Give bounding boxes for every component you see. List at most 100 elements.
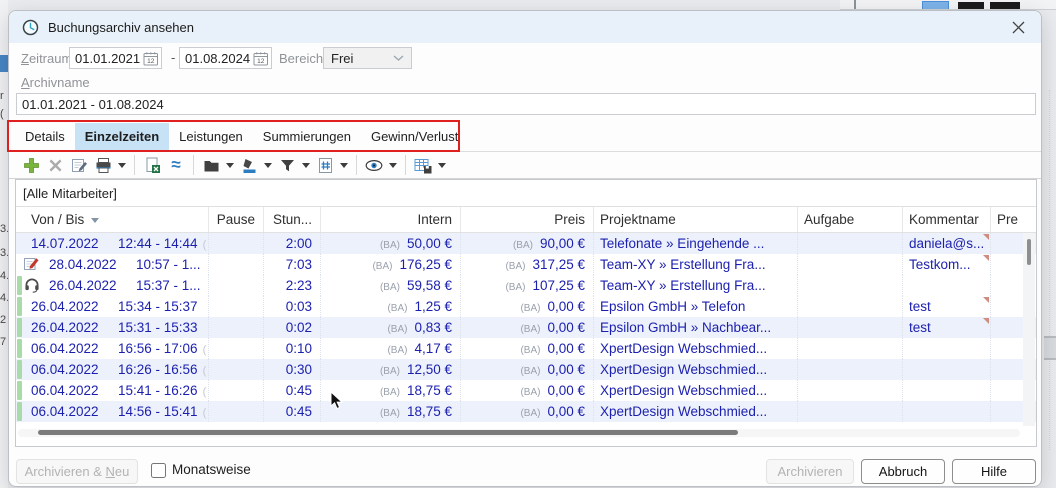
column-header-preis-2[interactable]: Pre	[991, 207, 1024, 232]
bereich-select[interactable]: Frei	[323, 47, 412, 69]
table-row[interactable]: 06.04.202216:26 - 16:56( 0:30 (BA)12,50 …	[16, 359, 1036, 380]
table-row[interactable]: 26.04.202215:31 - 15:33 0:02 (BA)0,83 € …	[16, 317, 1036, 338]
title-bar[interactable]: Buchungsarchiv ansehen	[9, 11, 1041, 43]
folder-dropdown-icon[interactable]	[223, 154, 237, 176]
tab-leistungen[interactable]: Leistungen	[169, 123, 253, 151]
eye-dropdown-icon[interactable]	[386, 154, 400, 176]
cell-preis: (BA)0,00 €	[461, 317, 594, 338]
column-header-intern[interactable]: Intern	[321, 207, 461, 232]
table-header-row: Von / Bis Pause Stun... Intern Preis Pro…	[16, 207, 1036, 233]
column-header-projektname[interactable]: Projektname	[594, 207, 798, 232]
cell-preis: (BA)0,00 €	[461, 338, 594, 359]
bereich-value: Frei	[331, 51, 353, 66]
cell-projektname: XpertDesign Webschmied...	[594, 338, 798, 359]
date-to-field[interactable]: 12	[179, 47, 272, 69]
filter-dropdown-icon[interactable]	[299, 154, 313, 176]
table-save-icon[interactable]	[411, 154, 435, 176]
tab-summierungen[interactable]: Summierungen	[253, 123, 361, 151]
help-button[interactable]: Hilfe	[952, 459, 1036, 484]
background-separator	[854, 0, 856, 9]
cell-intern: (BA)176,25 €	[321, 254, 461, 275]
column-header-preis[interactable]: Preis	[461, 207, 594, 232]
cell-stunden: 0:10	[264, 338, 321, 359]
background-selected-row-fragment	[0, 55, 8, 72]
cell-kommentar: test	[903, 317, 991, 338]
close-icon[interactable]	[1011, 20, 1026, 35]
date-range-dash: -	[171, 50, 175, 65]
cell-intern: (BA)50,00 €	[321, 233, 461, 254]
monatsweise-checkbox[interactable]	[151, 463, 166, 478]
vertical-scrollbar-thumb[interactable]	[1027, 239, 1031, 265]
cell-aufgabe	[798, 380, 903, 401]
delete-icon[interactable]	[43, 154, 67, 176]
cell-pause	[209, 380, 264, 401]
vertical-scrollbar[interactable]	[1023, 233, 1035, 426]
cell-kommentar	[903, 359, 991, 380]
highlight-dropdown-icon[interactable]	[261, 154, 275, 176]
column-header-stunden[interactable]: Stun...	[264, 207, 321, 232]
eye-icon[interactable]	[362, 154, 386, 176]
table-row[interactable]: 06.04.202215:41 - 16:26( 0:45 (BA)18,75 …	[16, 380, 1036, 401]
toolbar-separator	[134, 155, 135, 175]
cell-preis-2	[991, 317, 1024, 338]
column-header-kommentar[interactable]: Kommentar	[903, 207, 991, 232]
cell-preis-2	[991, 233, 1024, 254]
archive-button[interactable]: Archivieren	[766, 459, 854, 484]
add-icon[interactable]	[19, 154, 43, 176]
tab-details[interactable]: Details	[15, 123, 75, 151]
dialog-title: Buchungsarchiv ansehen	[48, 20, 194, 35]
number-format-dropdown-icon[interactable]	[337, 154, 351, 176]
print-icon[interactable]	[91, 154, 115, 176]
table-row[interactable]: 06.04.202216:56 - 17:06( 0:10 (BA)4,17 €…	[16, 338, 1036, 359]
background-window-top-sliver	[840, 0, 1056, 10]
number-format-icon[interactable]	[313, 154, 337, 176]
cell-preis: (BA)107,25 €	[461, 275, 594, 296]
highlight-color-icon[interactable]	[237, 154, 261, 176]
table-row[interactable]: 06.04.202214:56 - 15:41( 0:45 (BA)18,75 …	[16, 401, 1036, 422]
date-from-input[interactable]	[70, 51, 141, 66]
print-dropdown-icon[interactable]	[115, 154, 129, 176]
cell-aufgabe	[798, 254, 903, 275]
horizontal-scrollbar-thumb[interactable]	[38, 430, 738, 435]
archive-and-new-button[interactable]: Archivieren & Neu	[16, 459, 138, 484]
cell-intern: (BA)59,58 €	[321, 275, 461, 296]
archivname-input[interactable]	[16, 93, 1036, 115]
toolbar: ≈	[9, 151, 1041, 179]
cell-pause	[209, 233, 264, 254]
table-row[interactable]: 26.04.202215:34 - 15:37 0:03 (BA)1,25 € …	[16, 296, 1036, 317]
cell-stunden: 0:45	[264, 401, 321, 422]
table-row[interactable]: 28.04.202210:57 - 1... 7:03 (BA)176,25 €…	[16, 254, 1036, 275]
tab-einzelzeiten[interactable]: Einzelzeiten	[75, 123, 169, 151]
cell-aufgabe	[798, 317, 903, 338]
svg-text:12: 12	[257, 58, 265, 65]
table-row[interactable]: 26.04.202215:37 - 1... 2:23 (BA)59,58 € …	[16, 275, 1036, 296]
table-row[interactable]: 14.07.202212:44 - 14:44( 2:00 (BA)50,00 …	[16, 233, 1036, 254]
horizontal-scrollbar[interactable]	[18, 429, 1020, 437]
column-header-aufgabe[interactable]: Aufgabe	[798, 207, 903, 232]
column-header-pause[interactable]: Pause	[209, 207, 264, 232]
excel-export-icon[interactable]	[140, 154, 164, 176]
date-to-input[interactable]	[180, 51, 251, 66]
folder-icon[interactable]	[199, 154, 223, 176]
calendar-icon[interactable]: 12	[251, 48, 271, 68]
calendar-icon[interactable]: 12	[141, 48, 161, 68]
archivname-label: Archivname	[21, 75, 90, 90]
cell-stunden: 2:23	[264, 275, 321, 296]
clock-icon	[22, 19, 39, 36]
cell-pause	[209, 317, 264, 338]
table-save-dropdown-icon[interactable]	[435, 154, 449, 176]
date-from-field[interactable]: 12	[69, 47, 162, 69]
filter-icon[interactable]	[275, 154, 299, 176]
background-text-fragment: 7	[0, 336, 6, 348]
cell-kommentar: daniela@s...	[903, 233, 991, 254]
edit-icon[interactable]	[67, 154, 91, 176]
tab-gewinn-verlust[interactable]: Gewinn/Verlust	[361, 123, 468, 151]
cell-von-bis: 26.04.202215:37 - 1...	[16, 275, 209, 296]
cell-projektname: XpertDesign Webschmied...	[594, 380, 798, 401]
approx-icon[interactable]: ≈	[164, 154, 188, 176]
zeitraum-label: Zeitraum	[21, 51, 72, 66]
column-header-von-bis[interactable]: Von / Bis	[16, 207, 209, 232]
cell-stunden: 7:03	[264, 254, 321, 275]
background-text-fragment	[990, 2, 1020, 9]
cancel-button[interactable]: Abbruch	[861, 459, 945, 484]
